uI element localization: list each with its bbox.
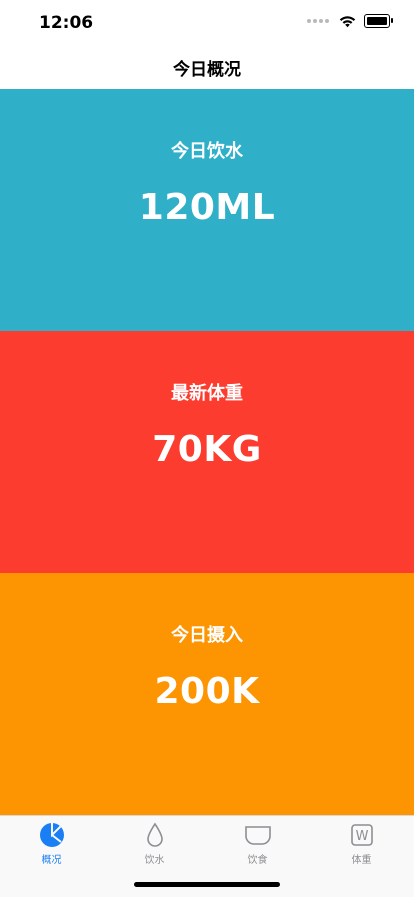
svg-text:W: W: [355, 829, 368, 844]
weight-card[interactable]: 最新体重 70KG: [0, 331, 414, 573]
weight-card-value: 70KG: [152, 429, 262, 470]
signal-icon: [305, 19, 329, 23]
water-drop-icon: [146, 822, 163, 847]
tab-weight-label: 体重: [351, 855, 372, 866]
tab-overview-label: 概况: [41, 855, 62, 866]
weight-card-label: 最新体重: [171, 383, 243, 404]
water-card-value: 120ML: [138, 187, 276, 228]
tab-water-label: 饮水: [144, 855, 165, 866]
status-icons: [305, 14, 393, 28]
intake-card-value: 200K: [154, 671, 260, 712]
tab-weight[interactable]: W 体重: [310, 822, 413, 866]
page-title: 今日概况: [173, 60, 241, 80]
status-time: 12:06: [39, 13, 94, 33]
water-card-label: 今日饮水: [171, 141, 243, 162]
home-indicator[interactable]: [134, 882, 280, 887]
pie-chart-icon: [39, 823, 64, 847]
intake-card[interactable]: 今日摄入 200K: [0, 573, 414, 815]
tab-water[interactable]: 饮水: [103, 822, 206, 866]
tab-diet-label: 饮食: [247, 855, 268, 866]
intake-card-label: 今日摄入: [171, 625, 243, 646]
wifi-icon: [339, 15, 356, 27]
battery-icon: [364, 14, 393, 28]
water-card[interactable]: 今日饮水 120ML: [0, 89, 414, 331]
weight-w-icon: W: [350, 824, 373, 846]
status-bar: 12:06: [0, 0, 414, 44]
tab-diet[interactable]: 饮食: [206, 822, 309, 866]
bowl-icon: [244, 826, 271, 845]
tab-overview[interactable]: 概况: [0, 822, 103, 866]
